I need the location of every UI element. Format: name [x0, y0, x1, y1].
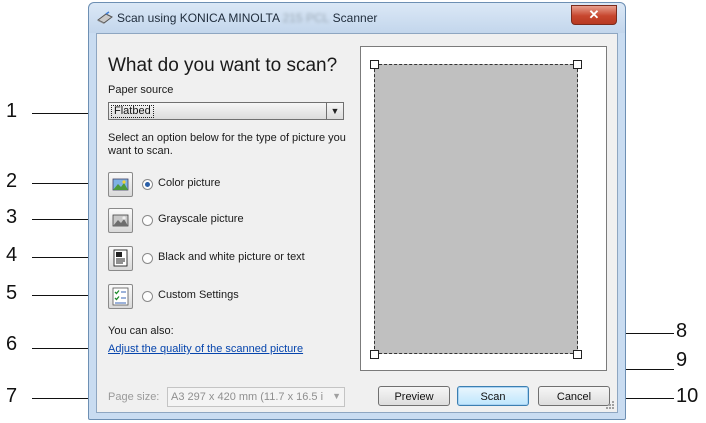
callout-10: 10	[676, 385, 699, 407]
window-title-model: 215 PCL	[282, 11, 330, 25]
adjust-quality-link[interactable]: Adjust the quality of the scanned pictur…	[108, 343, 303, 355]
paper-source-label: Paper source	[108, 84, 174, 96]
title-bar[interactable]: Scan using KONICA MINOLTA 215 PCL Scanne…	[89, 3, 625, 33]
color-picture-radio[interactable]	[142, 179, 153, 190]
callout-2: 2	[6, 170, 18, 192]
color-picture-button[interactable]	[108, 172, 133, 197]
callout-4: 4	[6, 244, 18, 266]
close-icon: ✕	[588, 7, 600, 22]
resize-grip-icon[interactable]	[605, 400, 615, 410]
crop-handle-bottom-left[interactable]	[370, 350, 379, 359]
callout-7: 7	[6, 385, 18, 407]
window-title-prefix: Scan using KONICA MINOLTA	[117, 11, 280, 25]
crop-handle-top-right[interactable]	[573, 60, 582, 69]
grayscale-picture-label[interactable]: Grayscale picture	[158, 213, 244, 225]
page-size-dropdown[interactable]: A3 297 x 420 mm (11.7 x 16.5 in ▼	[167, 387, 345, 407]
close-button[interactable]: ✕	[571, 5, 617, 25]
custom-settings-radio[interactable]	[142, 291, 153, 302]
grayscale-picture-icon	[112, 214, 129, 227]
dialog-body: What do you want to scan? Paper source F…	[96, 33, 618, 413]
custom-settings-button[interactable]	[108, 284, 133, 309]
page-size-value: A3 297 x 420 mm (11.7 x 16.5 in	[171, 391, 323, 403]
chevron-down-icon: ▼	[332, 391, 341, 401]
bw-picture-label[interactable]: Black and white picture or text	[158, 251, 305, 263]
crop-handle-bottom-right[interactable]	[573, 350, 582, 359]
callout-6: 6	[6, 333, 18, 355]
window-title: Scan using KONICA MINOLTA 215 PCL Scanne…	[117, 11, 377, 25]
grayscale-picture-button[interactable]	[108, 208, 133, 233]
callout-5: 5	[6, 282, 18, 304]
cancel-button[interactable]: Cancel	[538, 386, 610, 406]
callout-9: 9	[676, 349, 688, 371]
crop-handle-top-left[interactable]	[370, 60, 379, 69]
bw-text-icon	[113, 249, 128, 267]
bw-picture-button[interactable]	[108, 246, 133, 271]
paper-source-value: Flatbed	[111, 105, 154, 118]
scan-dialog: Scan using KONICA MINOLTA 215 PCL Scanne…	[88, 2, 626, 420]
chevron-down-icon: ▼	[326, 103, 343, 119]
window-title-suffix: Scanner	[332, 11, 378, 25]
instruction-text: Select an option below for the type of p…	[108, 132, 346, 157]
you-can-also-label: You can also:	[108, 325, 174, 337]
page-size-label: Page size:	[108, 391, 160, 403]
paper-source-dropdown[interactable]: Flatbed ▼	[108, 102, 344, 120]
callout-8: 8	[676, 320, 688, 342]
scan-button[interactable]: Scan	[457, 386, 529, 406]
custom-settings-label[interactable]: Custom Settings	[158, 289, 239, 301]
scan-area[interactable]	[374, 64, 578, 354]
custom-settings-icon	[112, 287, 129, 306]
callout-1: 1	[6, 100, 18, 122]
bw-picture-radio[interactable]	[142, 253, 153, 264]
color-picture-label[interactable]: Color picture	[158, 177, 220, 189]
page-title: What do you want to scan?	[108, 55, 338, 76]
color-picture-icon	[112, 178, 129, 191]
preview-pane[interactable]	[360, 46, 607, 371]
callout-3: 3	[6, 206, 18, 228]
scanner-icon	[97, 11, 113, 24]
grayscale-picture-radio[interactable]	[142, 215, 153, 226]
preview-button[interactable]: Preview	[378, 386, 450, 406]
